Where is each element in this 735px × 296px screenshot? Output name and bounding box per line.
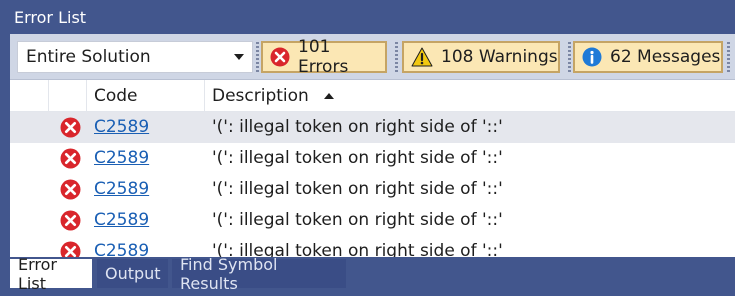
- scope-value: Entire Solution: [26, 47, 151, 67]
- table-row[interactable]: C2589 '(': illegal token on right side o…: [10, 143, 735, 174]
- error-icon: [60, 210, 81, 236]
- table-row[interactable]: C2589 '(': illegal token on right side o…: [10, 236, 735, 257]
- warnings-filter-label: 108 Warnings: [441, 47, 558, 67]
- error-icon: [60, 179, 81, 205]
- error-description: '(': illegal token on right side of '::': [212, 117, 503, 137]
- sort-ascending-icon: [323, 92, 335, 100]
- error-description: '(': illegal token on right side of '::': [212, 210, 503, 230]
- tab-error-list[interactable]: Error List: [10, 255, 92, 293]
- error-icon: [270, 47, 290, 67]
- error-code-link[interactable]: C2589: [94, 179, 149, 199]
- column-header-description-label: Description: [212, 85, 309, 106]
- window-title: Error List: [0, 0, 735, 34]
- warning-icon: [411, 47, 433, 67]
- tab-output-label: Output: [105, 264, 161, 283]
- error-list-toolbar: Entire Solution 101 Errors 108 Warnings …: [10, 34, 735, 80]
- error-icon: [60, 117, 81, 143]
- column-separator: [48, 80, 49, 111]
- messages-filter-label: 62 Messages: [610, 47, 721, 67]
- messages-filter-button[interactable]: 62 Messages: [573, 41, 723, 73]
- scope-dropdown[interactable]: Entire Solution: [17, 41, 253, 73]
- tab-output[interactable]: Output: [97, 259, 168, 288]
- dropdown-arrow-icon: [234, 54, 244, 60]
- column-header-code[interactable]: Code: [94, 80, 204, 111]
- tool-window-tabs: Error List Output Find Symbol Results: [0, 255, 735, 296]
- table-row[interactable]: C2589 '(': illegal token on right side o…: [10, 174, 735, 205]
- column-header-code-label: Code: [94, 85, 138, 106]
- table-row[interactable]: C2589 '(': illegal token on right side o…: [10, 112, 735, 143]
- errors-filter-label: 101 Errors: [298, 37, 349, 77]
- tab-find-symbol-results[interactable]: Find Symbol Results: [172, 255, 346, 293]
- error-list-grid: Code Description C2589 '(': illegal toke…: [10, 80, 735, 257]
- toolbar-separator: [568, 42, 571, 72]
- toolbar-separator: [395, 42, 398, 72]
- table-row[interactable]: C2589 '(': illegal token on right side o…: [10, 205, 735, 236]
- column-separator: [204, 80, 205, 111]
- grid-header: Code Description: [10, 80, 735, 112]
- warnings-filter-button[interactable]: 108 Warnings: [402, 41, 560, 73]
- tab-find-symbol-results-label: Find Symbol Results: [180, 254, 278, 293]
- toolbar-separator: [727, 42, 730, 72]
- error-code-link[interactable]: C2589: [94, 148, 149, 168]
- error-code-link[interactable]: C2589: [94, 241, 149, 257]
- error-description: '(': illegal token on right side of '::': [212, 179, 503, 199]
- error-code-link[interactable]: C2589: [94, 117, 149, 137]
- error-icon: [60, 148, 81, 174]
- toolbar-separator: [256, 42, 259, 72]
- tab-error-list-label: Error List: [18, 254, 57, 293]
- error-description: '(': illegal token on right side of '::': [212, 148, 503, 168]
- info-icon: [582, 47, 602, 67]
- errors-filter-button[interactable]: 101 Errors: [261, 37, 387, 77]
- column-header-description[interactable]: Description: [212, 80, 512, 111]
- column-separator: [86, 80, 87, 111]
- error-code-link[interactable]: C2589: [94, 210, 149, 230]
